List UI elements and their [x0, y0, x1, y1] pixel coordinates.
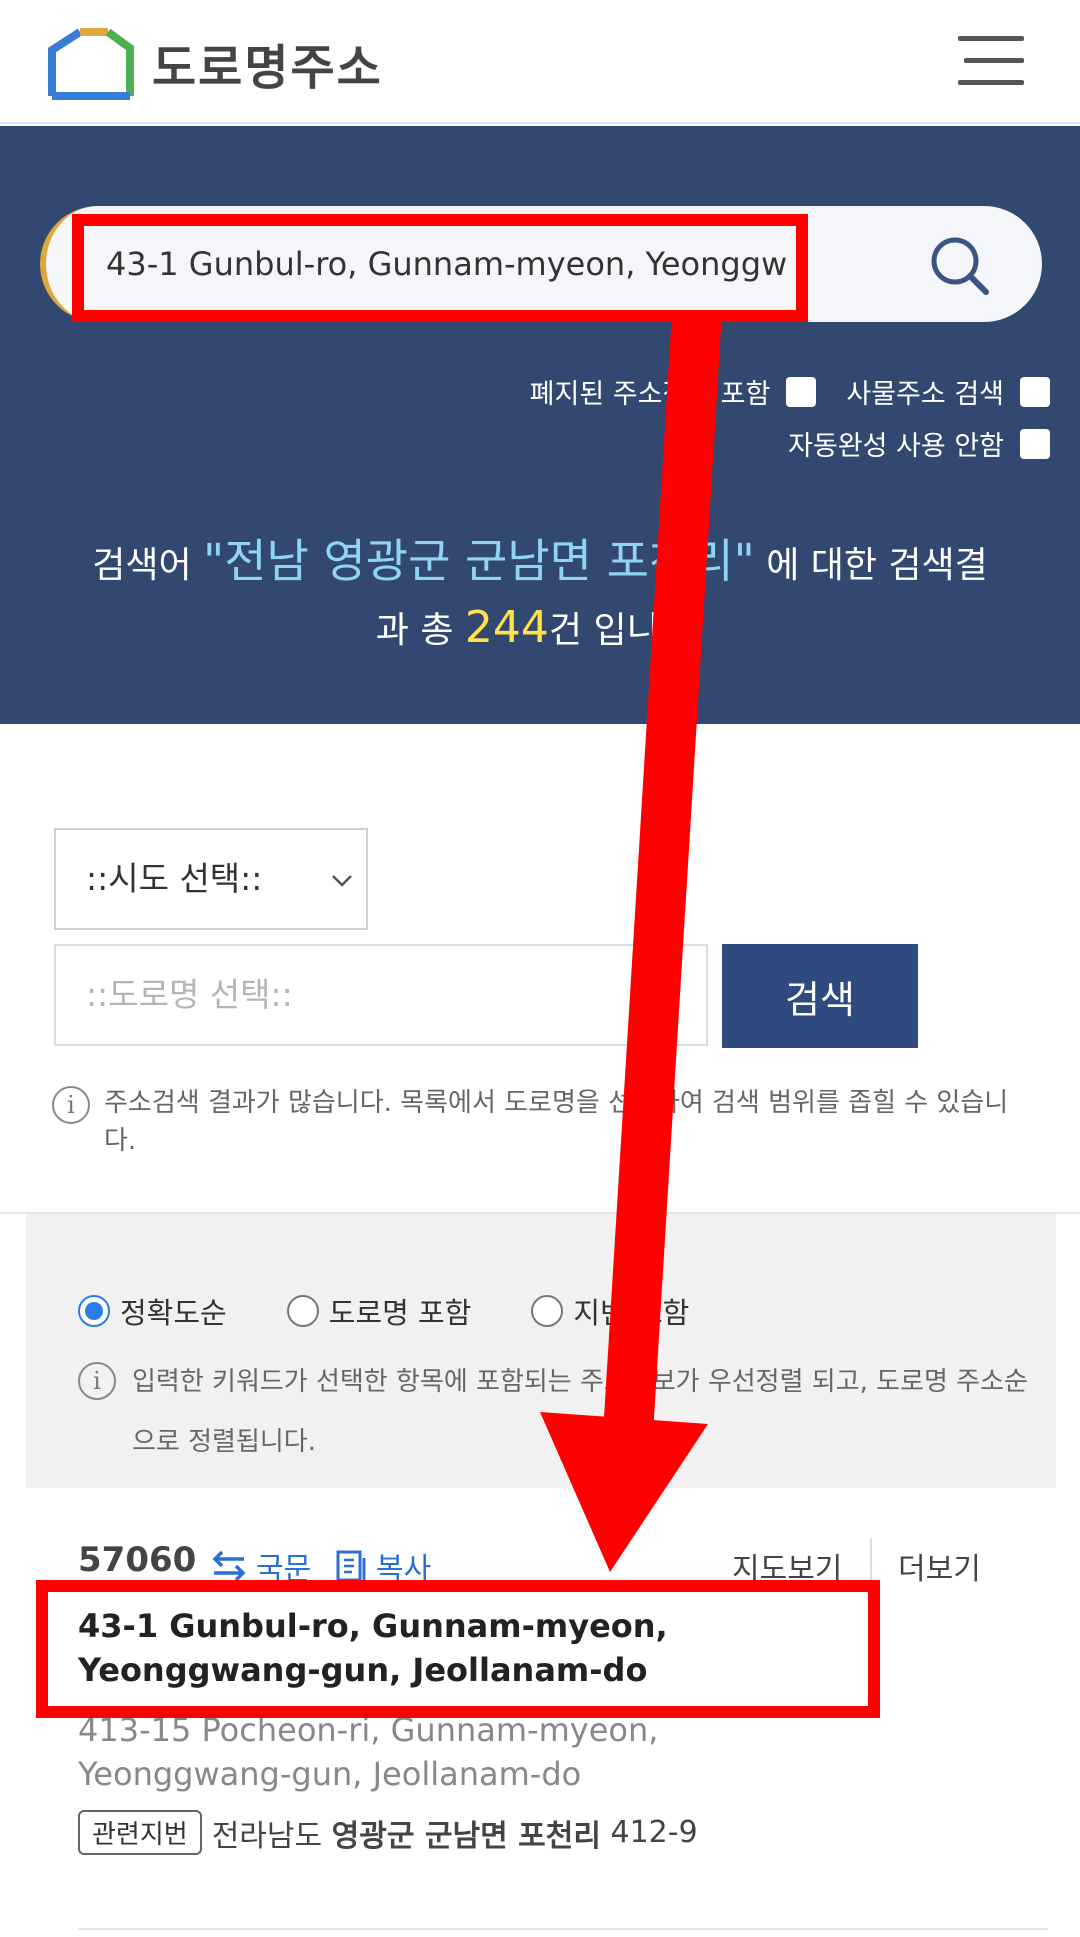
- include-abolished-label: 폐지된 주소정보 포함: [529, 379, 771, 410]
- search-icon[interactable]: [928, 234, 992, 298]
- sort-road-name-label: 도로명 포함: [328, 1296, 472, 1330]
- radio-icon: [531, 1295, 564, 1327]
- result-count: 244: [464, 602, 549, 653]
- copy-icon: [336, 1550, 366, 1584]
- jibun-address: 413-15 Pocheon-ri, Gunnam-myeon, Yeonggw…: [78, 1711, 659, 1793]
- disable-autocomplete-label: 자동완성 사용 안함: [788, 431, 1004, 462]
- summary-prefix: 검색어: [92, 545, 192, 586]
- action-separator: [870, 1538, 872, 1584]
- summary-keyword: "전남 영광군 군남면 포천리": [203, 534, 755, 588]
- sort-notice: 입력한 키워드가 선택한 항목에 포함되는 주소정보가 우선정렬 되고, 도로명…: [132, 1367, 1028, 1457]
- object-address-option[interactable]: 사물주소 검색: [846, 372, 1050, 411]
- related-area: 영광군 군남면 포천리: [331, 1818, 601, 1854]
- sort-accuracy-label: 정확도순: [120, 1296, 227, 1330]
- object-address-checkbox[interactable]: [1020, 376, 1050, 407]
- more-link[interactable]: 더보기: [898, 1544, 981, 1588]
- sort-accuracy-radio[interactable]: 정확도순: [78, 1290, 227, 1332]
- logo[interactable]: 도로명주소: [46, 26, 383, 100]
- related-number: 412-9: [610, 1815, 698, 1850]
- sort-jibun-label: 지번 포함: [573, 1296, 690, 1330]
- radio-selected-icon: [78, 1295, 110, 1327]
- search-options-row-1: 폐지된 주소정보 포함 사물주소 검색: [500, 372, 1050, 411]
- house-logo-icon: [48, 28, 134, 100]
- info-icon: i: [52, 1086, 90, 1124]
- result-summary: 검색어 "전남 영광군 군남면 포천리" 에 대한 검색결 과 총 244건 입…: [0, 530, 1080, 662]
- search-options-row-2: 자동완성 사용 안함: [758, 424, 1050, 463]
- highlight-box-result: [36, 1580, 880, 1718]
- sort-jibun-radio[interactable]: 지번 포함: [531, 1290, 689, 1332]
- sort-options: 정확도순 도로명 포함 지번 포함: [78, 1290, 749, 1332]
- road-name-select[interactable]: ::도로명 선택::: [54, 944, 708, 1046]
- hamburger-menu-icon[interactable]: [958, 34, 1024, 88]
- summary-line2-suffix: 건 입니다.: [548, 610, 705, 651]
- swap-arrows-icon: [212, 1550, 246, 1582]
- radio-icon: [286, 1295, 319, 1327]
- result-divider: [78, 1928, 1048, 1930]
- highlight-box-search: [72, 214, 808, 322]
- include-abolished-checkbox[interactable]: [786, 376, 817, 407]
- chevron-down-icon: [332, 875, 352, 887]
- disable-autocomplete-checkbox[interactable]: [1020, 428, 1050, 459]
- page: 도로명주소 43-1 Gunbul-ro, Gunnam-myeon, Yeon…: [0, 0, 1080, 1937]
- disable-autocomplete-option[interactable]: 자동완성 사용 안함: [788, 424, 1050, 463]
- zip-code: 57060: [78, 1540, 197, 1580]
- logo-text: 도로명주소: [152, 40, 383, 96]
- header: 도로명주소: [0, 0, 1080, 124]
- summary-suffix: 에 대한 검색결: [766, 545, 988, 586]
- sort-road-name-radio[interactable]: 도로명 포함: [286, 1290, 472, 1332]
- include-abolished-option[interactable]: 폐지된 주소정보 포함: [530, 372, 817, 411]
- object-address-label: 사물주소 검색: [846, 379, 1004, 410]
- related-province: 전라남도: [211, 1818, 323, 1854]
- filter-search-button[interactable]: 검색: [722, 944, 918, 1048]
- sido-select-value: ::시도 선택::: [86, 859, 263, 898]
- summary-line2-prefix: 과 총: [375, 610, 454, 651]
- related-jibun-row: 관련지번 전라남도 영광군 군남면 포천리 412-9: [78, 1810, 698, 1855]
- road-name-select-placeholder: ::도로명 선택::: [86, 975, 293, 1014]
- many-results-notice: 주소검색 결과가 많습니다. 목록에서 도로명을 선택하여 검색 범위를 좁힐 …: [104, 1088, 1009, 1156]
- related-jibun-tag: 관련지번: [78, 1810, 202, 1855]
- sido-select[interactable]: ::시도 선택::: [54, 828, 368, 930]
- info-icon: i: [78, 1362, 116, 1400]
- sort-panel: 정확도순 도로명 포함 지번 포함 i 입력한 키워드가 선택한 항목에 포함되…: [26, 1214, 1056, 1488]
